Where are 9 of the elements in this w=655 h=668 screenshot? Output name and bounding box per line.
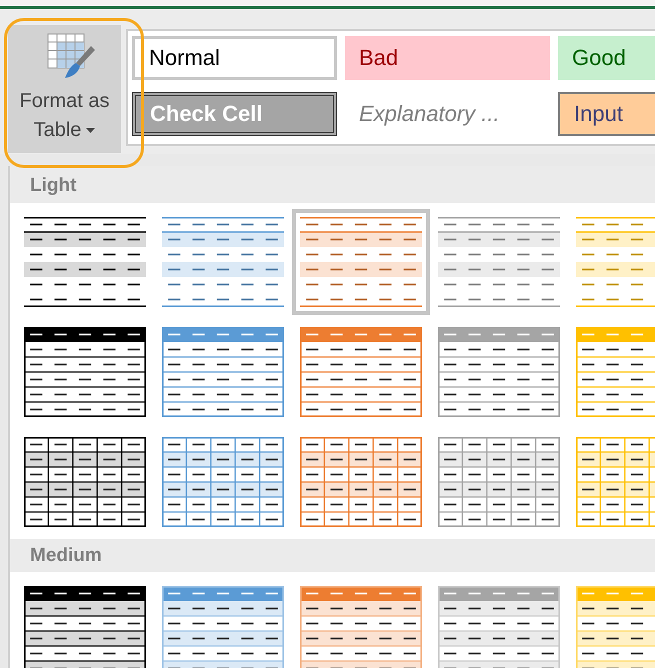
cell-style-option[interactable]: Input <box>558 92 655 136</box>
section-header: Light <box>10 166 655 203</box>
cell-style-option[interactable]: Good <box>558 36 655 80</box>
cell-style-option[interactable]: Bad <box>345 36 550 80</box>
cell-style-option[interactable]: Normal <box>132 36 337 80</box>
caret-icon <box>86 128 96 134</box>
format-as-table-button[interactable]: Format as Table <box>8 25 121 153</box>
table-style-thumbnail[interactable] <box>292 209 430 315</box>
section-header: Medium <box>10 539 655 572</box>
